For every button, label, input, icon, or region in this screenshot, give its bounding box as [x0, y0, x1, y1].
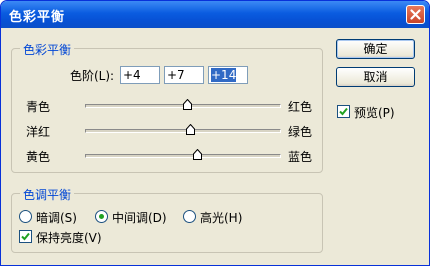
level-yellow-blue-field[interactable]: +14 [208, 66, 248, 84]
dialog-window: 色彩平衡 色彩平衡 色阶(L): +4 +7 +14 青色 红色 洋红 绿色 黄… [0, 0, 430, 266]
shadows-radio[interactable] [19, 210, 32, 223]
slider-cyan-label: 青色 [26, 100, 51, 114]
magenta-green-slider[interactable] [85, 124, 281, 135]
levels-label: 色阶(L): [70, 69, 115, 83]
slider-red-label: 红色 [288, 100, 313, 114]
shadows-label[interactable]: 暗调(S) [36, 209, 77, 226]
check-icon [339, 107, 348, 116]
tone-balance-group: 色调平衡 暗调(S) 中间调(D) 高光(H) 保持亮度(V) [11, 186, 323, 253]
highlights-radio[interactable] [183, 210, 196, 223]
cancel-button[interactable]: 取消 [336, 67, 415, 87]
slider-magenta-label: 洋红 [26, 125, 51, 139]
color-balance-legend: 色彩平衡 [20, 41, 75, 58]
ok-button[interactable]: 确定 [336, 39, 415, 59]
color-balance-group: 色彩平衡 色阶(L): +4 +7 +14 青色 红色 洋红 绿色 黄色 蓝色 [11, 41, 323, 173]
cyan-red-slider[interactable] [85, 99, 281, 110]
tone-balance-legend: 色调平衡 [20, 186, 75, 203]
level-magenta-green-field[interactable]: +7 [164, 66, 204, 84]
slider-thumb[interactable] [185, 124, 195, 135]
check-icon [21, 232, 30, 241]
yellow-blue-slider[interactable] [85, 149, 281, 160]
midtones-radio[interactable] [95, 210, 108, 223]
preview-checkbox[interactable] [337, 105, 350, 118]
midtones-label[interactable]: 中间调(D) [112, 209, 167, 226]
slider-thumb[interactable] [182, 99, 192, 110]
slider-green-label: 绿色 [288, 125, 313, 139]
slider-blue-label: 蓝色 [288, 150, 313, 164]
close-button[interactable] [406, 5, 425, 24]
slider-thumb[interactable] [192, 149, 202, 160]
window-title: 色彩平衡 [9, 10, 66, 25]
title-bar[interactable]: 色彩平衡 [1, 1, 429, 28]
slider-yellow-label: 黄色 [26, 150, 51, 164]
close-icon [410, 9, 421, 20]
preserve-luminosity-label[interactable]: 保持亮度(V) [36, 229, 102, 246]
level-cyan-red-field[interactable]: +4 [120, 66, 160, 84]
preserve-luminosity-checkbox[interactable] [19, 230, 32, 243]
dialog-client: 色彩平衡 色阶(L): +4 +7 +14 青色 红色 洋红 绿色 黄色 蓝色 [4, 28, 426, 262]
highlights-label[interactable]: 高光(H) [200, 209, 242, 226]
preview-label[interactable]: 预览(P) [354, 104, 395, 121]
